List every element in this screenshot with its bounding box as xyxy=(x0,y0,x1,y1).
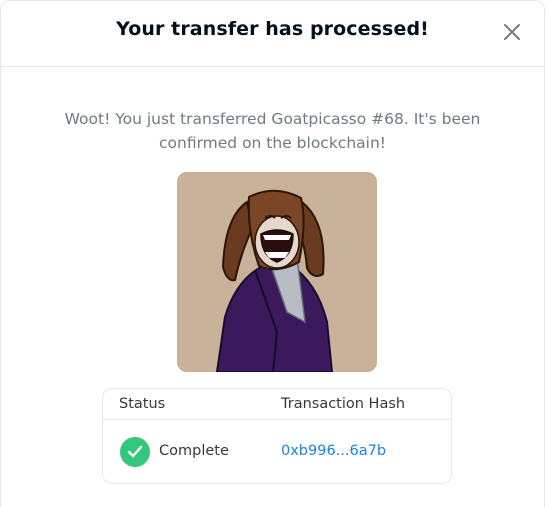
column-header-status: Status xyxy=(119,396,166,412)
transaction-hash-link[interactable]: 0xb996...6a7b xyxy=(281,443,386,459)
nft-image xyxy=(177,172,377,372)
check-circle-icon xyxy=(120,437,150,467)
goat-artwork xyxy=(177,172,377,372)
close-button[interactable] xyxy=(502,22,522,42)
confirmation-message: Woot! You just transferred Goatpicasso #… xyxy=(64,110,481,152)
status-value: Complete xyxy=(159,443,229,459)
modal-title: Your transfer has processed! xyxy=(116,18,429,40)
close-icon xyxy=(504,24,520,40)
modal-header: Your transfer has processed! xyxy=(1,1,544,67)
transaction-table: Status Transaction Hash Complete 0xb996.… xyxy=(102,388,452,484)
table-header: Status Transaction Hash xyxy=(103,389,451,420)
column-header-transaction-hash: Transaction Hash xyxy=(281,396,406,412)
transfer-modal: Your transfer has processed! Woot! You j… xyxy=(0,0,545,507)
